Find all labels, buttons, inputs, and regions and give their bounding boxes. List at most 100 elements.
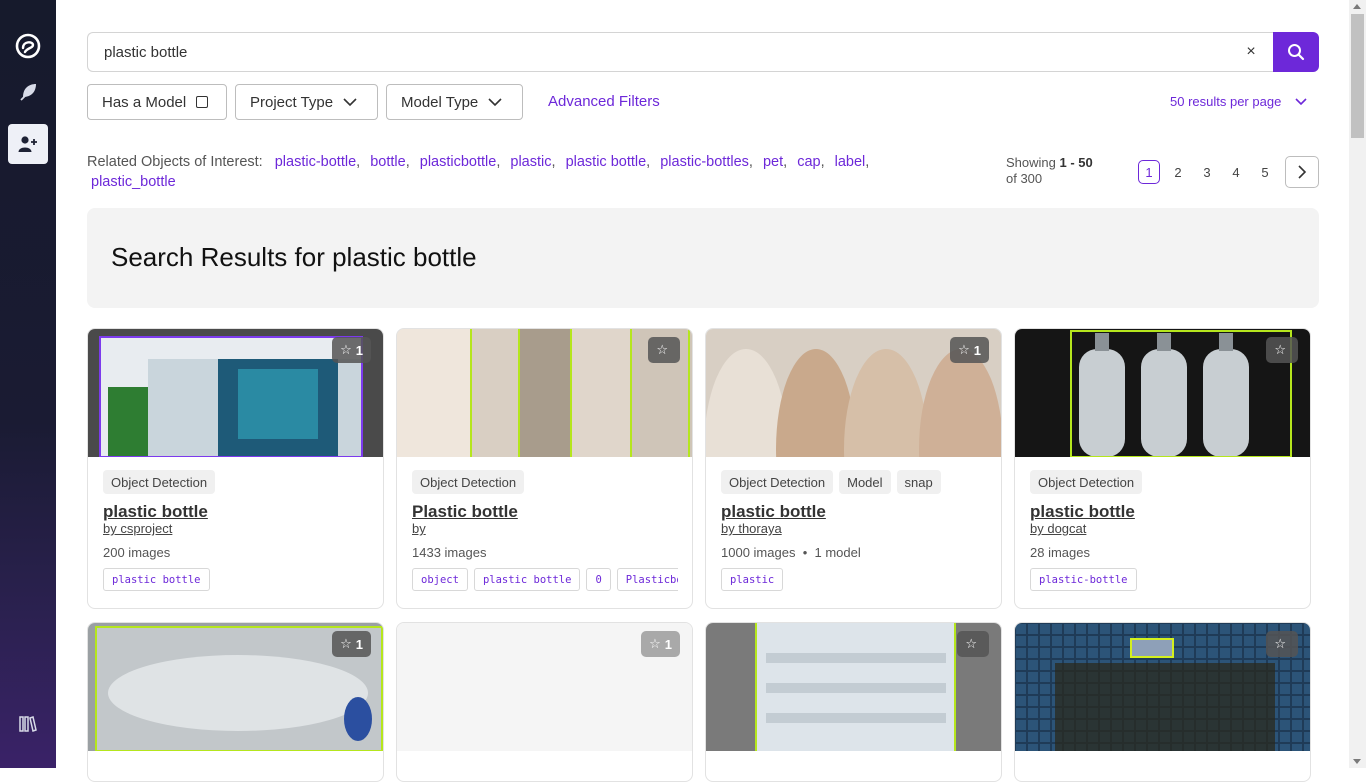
star-count: 1 [664,636,672,652]
type-badge: Object Detection [721,470,834,494]
page-3-button[interactable]: 3 [1196,160,1218,184]
scroll-thumb[interactable] [1351,14,1364,138]
showing-prefix: Showing [1006,155,1056,170]
project-title[interactable]: plastic bottle [1030,502,1135,522]
project-author[interactable]: by thoraya [721,521,782,536]
feather-icon[interactable] [8,72,48,112]
project-title[interactable]: plastic bottle [721,502,826,522]
related-link[interactable]: plastic-bottle [275,154,356,170]
page-4-button[interactable]: 4 [1225,160,1247,184]
advanced-filters-link[interactable]: Advanced Filters [548,93,660,110]
project-type-dropdown[interactable]: Project Type [235,84,378,120]
next-page-button[interactable] [1285,156,1319,188]
related-link[interactable]: label [835,154,866,170]
project-title[interactable]: Plastic bottle [412,502,518,522]
project-author[interactable]: by dogcat [1030,521,1086,536]
type-badge: Object Detection [103,470,216,494]
star-icon: ☆ [965,636,977,651]
page-5-button[interactable]: 5 [1254,160,1276,184]
library-icon[interactable] [8,704,48,744]
star-icon: ☆ [340,342,352,357]
project-card[interactable]: ☆ 1 [396,622,693,782]
image-count: 200 images [103,545,171,560]
project-author[interactable]: by csproject [103,521,172,536]
star-icon: ☆ [958,342,970,357]
image-count: 28 images [1030,545,1090,560]
search-input[interactable]: plastic bottle [87,32,1273,72]
related-link[interactable]: plastic_bottle [91,174,176,190]
star-count: 1 [355,342,363,358]
has-model-checkbox[interactable] [196,96,209,108]
page-scrollbar[interactable] [1349,0,1366,768]
star-icon: ☆ [656,342,668,357]
model-type-label: Model Type [401,93,479,111]
project-card[interactable]: ☆ Object Detection Plastic bottle by 143… [396,328,693,609]
project-title[interactable]: plastic bottle [103,502,208,522]
type-badge: Object Detection [412,470,525,494]
class-tag[interactable]: plastic bottle [103,568,210,591]
project-card[interactable]: ☆ 1 [87,622,384,782]
class-tag[interactable]: 0 [586,568,611,591]
project-card[interactable]: ☆ [705,622,1002,782]
project-card[interactable]: ☆ 1 Object Detection Model snap plastic b… [705,328,1002,609]
class-tag[interactable]: plastic bottle [473,568,581,591]
related-link[interactable]: bottle [370,154,405,170]
class-tag[interactable]: plastic [721,568,784,591]
chevron-right-icon [1298,165,1307,179]
star-badge[interactable]: ☆ 1 [641,631,680,657]
class-tag[interactable]: object [412,568,468,591]
project-card[interactable]: ☆ Object Detection plastic bottle by dog… [1014,328,1311,609]
has-model-label: Has a Model [102,93,187,111]
project-card[interactable]: ☆ [1014,622,1311,782]
sidebar [0,0,56,768]
image-count: 1000 images • 1 model [721,545,861,560]
page-2-button[interactable]: 2 [1167,160,1189,184]
star-badge[interactable]: ☆ [957,631,989,657]
chevron-down-icon [488,98,502,107]
scroll-down-icon[interactable] [1353,759,1361,764]
related-label: Related Objects of Interest: [87,154,263,170]
page-1-button[interactable]: 1 [1138,160,1160,184]
star-badge[interactable]: ☆ [648,337,680,363]
search-button[interactable] [1273,32,1319,72]
dot-separator: • [799,545,811,560]
image-count-value: 1000 images [721,545,796,560]
showing-total: of 300 [1006,171,1043,186]
model-badge: Model [839,470,891,494]
star-badge[interactable]: ☆ [1266,631,1298,657]
star-icon: ☆ [1274,636,1286,651]
star-icon: ☆ [1274,342,1286,357]
related-link[interactable]: plastic-bottles [660,154,749,170]
related-link[interactable]: pet [763,154,783,170]
project-author[interactable]: by [412,521,426,536]
related-link[interactable]: plastic [510,154,551,170]
star-icon: ☆ [649,636,661,651]
star-badge[interactable]: ☆ 1 [332,337,371,363]
add-user-icon[interactable] [8,124,48,164]
results-count: Showing 1 - 50 of 300 [1006,155,1093,187]
star-badge[interactable]: ☆ 1 [332,631,371,657]
logo-icon[interactable] [8,26,48,66]
page-title: Search Results for plastic bottle [111,242,477,272]
chevron-down-icon [1295,97,1307,105]
star-badge[interactable]: ☆ 1 [950,337,989,363]
results-heading-panel: Search Results for plastic bottle [87,208,1319,308]
results-per-page-dropdown[interactable]: 50 results per page [1170,94,1307,109]
chevron-down-icon [343,98,357,107]
has-model-filter[interactable]: Has a Model [87,84,227,120]
per-page-label: 50 results per page [1170,94,1282,109]
showing-range: 1 - 50 [1059,155,1093,170]
related-link[interactable]: plastic bottle [566,154,647,170]
related-link[interactable]: cap [797,154,820,170]
project-card[interactable]: ☆ 1 Object Detection plastic bottle by cs… [87,328,384,609]
star-count: 1 [355,636,363,652]
star-count: 1 [973,342,981,358]
star-badge[interactable]: ☆ [1266,337,1298,363]
scroll-up-icon[interactable] [1353,4,1361,9]
clear-search-button[interactable]: × [1240,41,1262,63]
class-tag[interactable]: Plasticbottle [616,568,678,591]
related-link[interactable]: plasticbottle [420,154,497,170]
image-count: 1433 images [412,545,487,560]
class-tag[interactable]: plastic-bottle [1030,568,1137,591]
model-type-dropdown[interactable]: Model Type [386,84,523,120]
